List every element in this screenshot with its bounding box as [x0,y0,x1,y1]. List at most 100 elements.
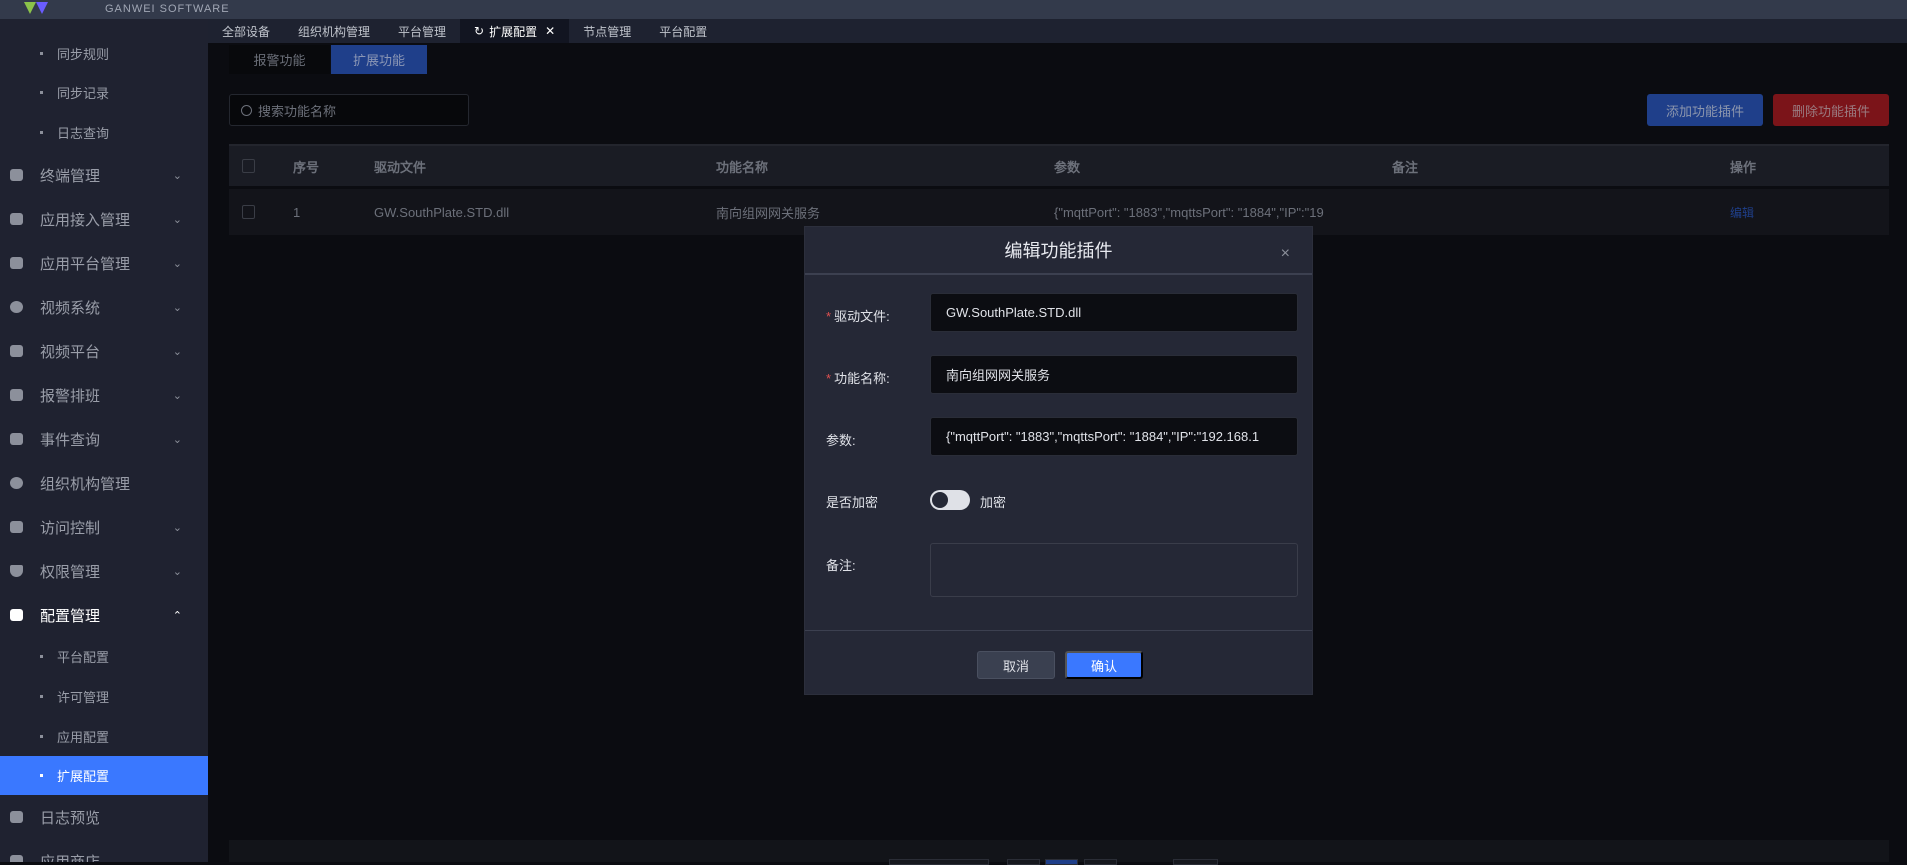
logo-icon [24,2,48,14]
tab-label: 平台管理 [398,24,447,39]
sidebar-item-log-query[interactable]: 日志查询 [0,112,208,152]
search-icon [241,104,252,116]
sidebar-item-label: 组织机构管理 [40,475,131,493]
plugin-table: 序号 驱动文件 功能名称 参数 备注 操作 1 GW.SouthPlate.ST… [229,144,1889,235]
sidebar-item-sync-rules[interactable]: 同步规则 [0,33,208,73]
add-plugin-button[interactable]: 添加功能插件 [1647,94,1763,126]
cell-params: {"mqttPort": "1883","mqttsPort": "1884",… [1054,204,1324,220]
logo-text: GANWEI SOFTWARE [105,3,230,15]
col-params: 参数 [1054,159,1081,175]
tab-platform[interactable]: 平台管理 [384,19,460,43]
params-label: 参数: [826,433,856,448]
sidebar-item-label: 平台配置 [57,649,110,665]
sidebar-item-label: 同步规则 [57,46,110,62]
subtab-extension[interactable]: 扩展功能 [331,45,427,74]
shield-icon [10,565,23,577]
search-doc-icon [10,433,23,445]
sidebar-item-terminal[interactable]: 终端管理 ⌄ [0,153,208,197]
top-header: GANWEI SOFTWARE [0,0,1907,19]
driver-label: * 驱动文件: [826,309,890,324]
driver-file-input[interactable]: GW.SouthPlate.STD.dll [930,293,1298,332]
function-name-input[interactable]: 南向组网网关服务 [930,355,1298,394]
tab-label: 节点管理 [583,24,632,39]
sidebar-item-extension-config[interactable]: 扩展配置 [0,756,208,795]
cell-index: 1 [293,204,301,220]
close-icon[interactable]: × [1281,245,1290,263]
edit-link[interactable]: 编辑 [1730,204,1754,221]
grid-icon [10,169,23,181]
remark-label: 备注: [826,558,856,573]
sidebar-item-config[interactable]: 配置管理 ⌃ [0,593,208,637]
tab-label: 全部设备 [222,24,271,39]
sidebar-item-permissions[interactable]: 权限管理 ⌄ [0,549,208,593]
dialog-footer-divider [805,630,1312,631]
sidebar-item-label: 应用接入管理 [40,211,131,229]
sidebar-item-video-system[interactable]: 视频系统 ⌄ [0,285,208,329]
grid-icon [10,257,23,269]
bullet-icon [40,51,43,55]
tab-org[interactable]: 组织机构管理 [284,19,384,43]
sidebar-item-video-platform[interactable]: 视频平台 ⌄ [0,329,208,373]
doc-icon [10,521,23,533]
close-icon[interactable]: ✕ [545,24,555,38]
sidebar-item-license[interactable]: 许可管理 [0,676,208,716]
store-icon [10,855,23,862]
encrypt-toggle[interactable] [930,490,970,510]
col-index: 序号 [293,159,320,175]
gear-icon [10,301,23,313]
subtab-alarm[interactable]: 报警功能 [229,45,330,74]
cancel-button[interactable]: 取消 [977,651,1055,679]
confirm-button[interactable]: 确认 [1065,651,1143,679]
remark-textarea[interactable] [930,543,1298,597]
select-all-checkbox[interactable] [242,159,255,173]
chevron-down-icon: ⌄ [172,345,182,358]
page-size-select[interactable] [889,859,989,865]
col-driver: 驱动文件 [374,159,427,175]
row-checkbox[interactable] [242,205,255,219]
page-jump-input[interactable] [1173,859,1218,865]
sidebar-item-platform-config[interactable]: 平台配置 [0,636,208,676]
sidebar-item-label: 日志查询 [57,125,110,141]
tab-label: 组织机构管理 [298,24,371,39]
bullet-icon [40,694,43,698]
sidebar-item-label: 事件查询 [40,431,101,449]
sidebar-item-access-control[interactable]: 访问控制 ⌄ [0,505,208,549]
tab-label: 扩展配置 [489,24,538,39]
calendar-icon [10,389,23,401]
sidebar-item-app-config[interactable]: 应用配置 [0,716,208,756]
doc-icon [10,811,23,823]
sidebar-item-alarm-schedule[interactable]: 报警排班 ⌄ [0,373,208,417]
col-name: 功能名称 [716,159,769,175]
encrypt-label: 是否加密 [826,495,879,510]
prev-page-button[interactable] [1007,859,1040,865]
sidebar-item-label: 视频系统 [40,299,101,317]
search-input[interactable]: 搜索功能名称 [229,94,469,126]
tab-platform-config[interactable]: 平台配置 [645,19,721,43]
delete-plugin-button[interactable]: 删除功能插件 [1773,94,1889,126]
tab-extension-config[interactable]: ↻ 扩展配置 ✕ [460,19,570,43]
next-page-button[interactable] [1084,859,1117,865]
label-text: 驱动文件: [834,309,890,324]
sidebar-item-label: 视频平台 [40,343,101,361]
bullet-icon [40,130,43,134]
bookmark-icon [10,609,23,621]
sidebar-item-event-query[interactable]: 事件查询 ⌄ [0,417,208,461]
tab-label: 平台配置 [659,24,708,39]
sidebar-item-app-access[interactable]: 应用接入管理 ⌄ [0,197,208,241]
sidebar-item-app-platform[interactable]: 应用平台管理 ⌄ [0,241,208,285]
pagination [229,840,1889,865]
params-input[interactable]: {"mqttPort": "1883","mqttsPort": "1884",… [930,417,1298,456]
tab-node[interactable]: 节点管理 [569,19,645,43]
name-label: * 功能名称: [826,371,890,386]
refresh-icon[interactable]: ↻ [474,24,484,38]
cell-driver: GW.SouthPlate.STD.dll [374,204,510,220]
sidebar-item-app-store[interactable]: 应用商店 [0,839,208,862]
bullet-icon [40,90,43,94]
cell-name: 南向组网网关服务 [716,205,821,221]
sidebar-item-org[interactable]: 组织机构管理 [0,461,208,505]
sidebar-item-sync-records[interactable]: 同步记录 [0,72,208,112]
label-text: 功能名称: [834,371,890,386]
tab-all-devices[interactable]: 全部设备 [208,19,284,43]
page-button-current[interactable] [1045,859,1078,865]
sidebar-item-log-preview[interactable]: 日志预览 [0,795,208,839]
